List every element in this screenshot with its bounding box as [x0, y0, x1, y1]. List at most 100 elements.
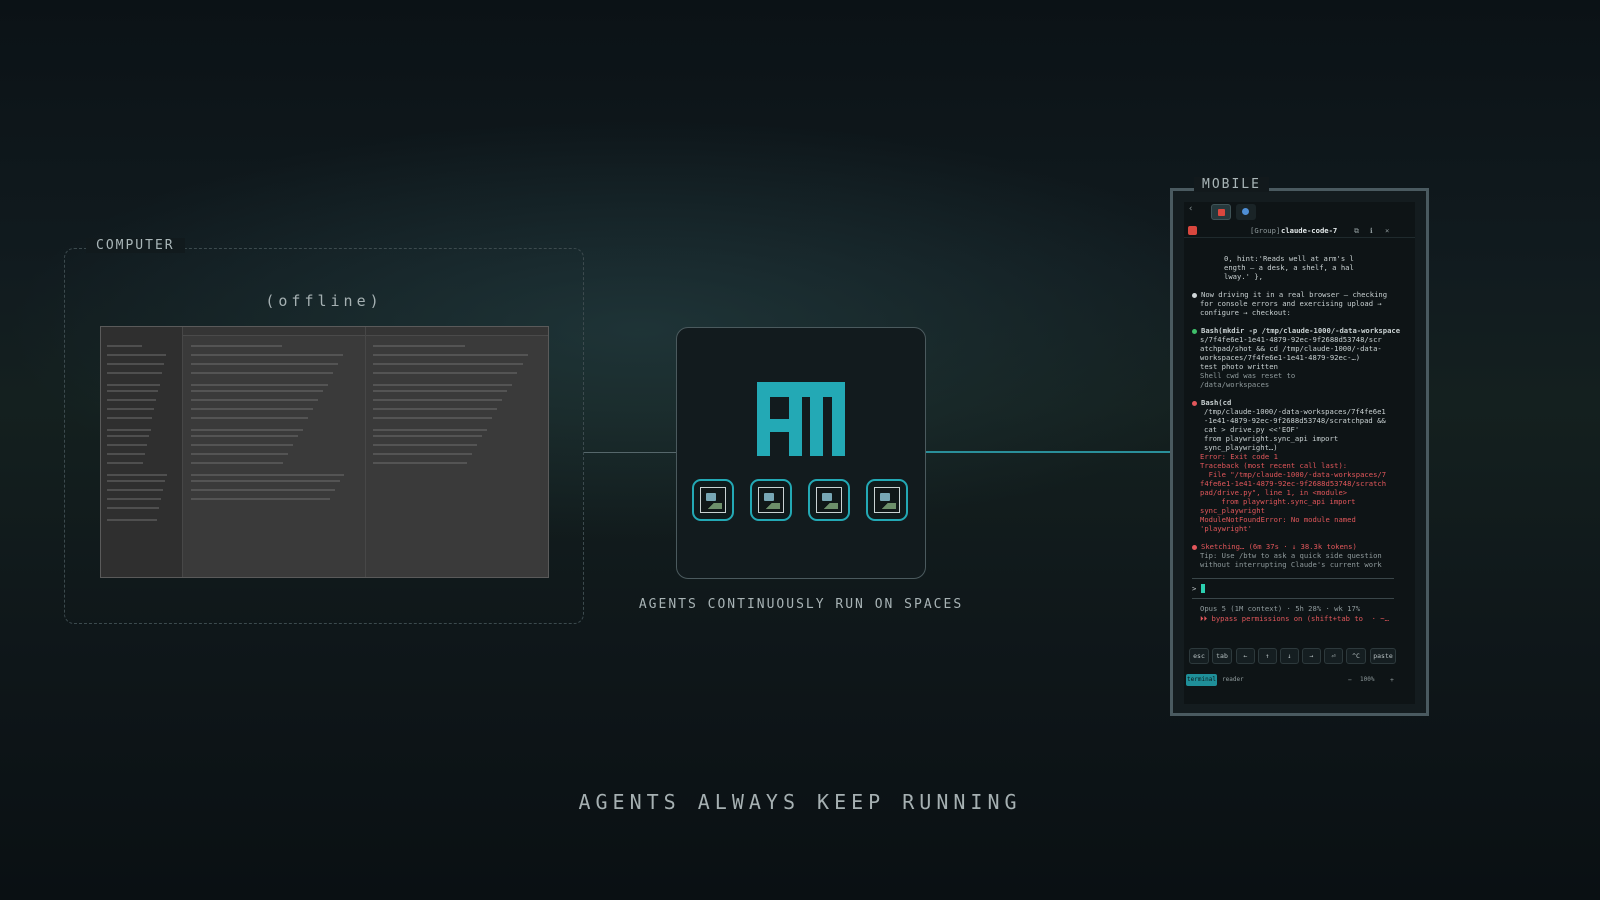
status-dot-icon: [1192, 328, 1197, 334]
key-left[interactable]: ←: [1236, 648, 1255, 664]
key-up[interactable]: ↑: [1258, 648, 1277, 664]
key-paste[interactable]: paste: [1370, 648, 1396, 664]
terminal-line: Now driving it in a real browser — check…: [1192, 290, 1409, 299]
terminal-line-text: /data/workspaces: [1200, 380, 1270, 389]
zoom-in-button[interactable]: +: [1390, 674, 1394, 686]
agent-icon: [866, 479, 908, 521]
zoom-out-button[interactable]: −: [1348, 674, 1352, 686]
computer-screen-thumbnail: [100, 326, 549, 578]
terminal-line-text: cat > drive.py <<'EOF': [1204, 425, 1300, 434]
terminal-line-text: f4fe6e1-1e41-4879-92ec-9f2688d53748/scra…: [1200, 479, 1387, 488]
terminal-line-text: File "/tmp/claude-1000/-data-workspaces/…: [1200, 470, 1387, 479]
connector-left: [584, 452, 676, 453]
computer-label: COMPUTER: [86, 238, 185, 253]
terminal-input[interactable]: [1201, 584, 1205, 593]
terminal-line: from playwright.sync_api import: [1204, 497, 1409, 506]
terminal-line: Tip: Use /btw to ask a quick side questi…: [1200, 551, 1409, 560]
terminal-line-text: Bash(cd: [1201, 398, 1232, 407]
session-title: claude-code-7: [1281, 226, 1338, 235]
terminal-line: from playwright.sync_api import: [1204, 434, 1409, 443]
terminal-line: sync_playwright…): [1204, 443, 1409, 452]
terminal-line-text: without interrupting Claude's current wo…: [1200, 560, 1382, 569]
terminal-line-text: from playwright.sync_api import: [1204, 497, 1356, 506]
terminal-line: Sketching… (6m 37s · ↓ 38.3k tokens): [1192, 542, 1409, 551]
view-switcher: terminal reader − 100% +: [1184, 672, 1415, 688]
terminal-line-text: lway.' },: [1224, 272, 1263, 281]
terminal-line-text: sync_playwright…): [1204, 443, 1278, 452]
terminal-line-text: ength — a desk, a shelf, a hal: [1224, 263, 1354, 272]
terminal-line: Shell cwd was reset to: [1200, 371, 1409, 380]
terminal-line-text: Traceback (most recent call last):: [1200, 461, 1348, 470]
key-down[interactable]: ↓: [1280, 648, 1299, 664]
terminal-line-text: for console errors and exercising upload…: [1200, 299, 1382, 308]
spaces-logo-icon: [757, 382, 845, 460]
key-esc[interactable]: esc: [1189, 648, 1209, 664]
mobile-tabbar: ‹: [1184, 202, 1415, 220]
terminal-line: ength — a desk, a shelf, a hal: [1224, 263, 1409, 272]
terminal-line: Traceback (most recent call last):: [1200, 461, 1409, 470]
prompt-caret: >: [1192, 584, 1197, 593]
terminal-line-text: workspaces/7f4fe6e1-1e41-4879-92ec-…): [1200, 353, 1361, 362]
link-icon[interactable]: ⧉: [1354, 226, 1359, 235]
tab-terminal[interactable]: terminal: [1186, 674, 1217, 686]
terminal-line-text: ModuleNotFoundError: No module named: [1200, 515, 1356, 524]
terminal-line: ModuleNotFoundError: No module named: [1200, 515, 1409, 524]
key-right[interactable]: →: [1302, 648, 1321, 664]
terminal-line: 0, hint:'Reads well at arm's l: [1224, 254, 1409, 263]
terminal-line: lway.' },: [1224, 272, 1409, 281]
terminal-line: 'playwright': [1200, 524, 1409, 533]
terminal-line: pad/drive.py", line 1, in <module>: [1200, 488, 1409, 497]
terminal-line: /tmp/claude-1000/-data-workspaces/7f4fe6…: [1204, 407, 1409, 416]
key-ctrl-c[interactable]: ^C: [1346, 648, 1366, 664]
back-chevron-icon[interactable]: ‹: [1188, 204, 1193, 214]
terminal-line-text: pad/drive.py", line 1, in <module>: [1200, 488, 1348, 497]
mobile-screen: ‹ [Group] claude-code-7 ⧉ ℹ × 0, hint:'R…: [1184, 202, 1415, 704]
terminal-line: s/7f4fe6e1-1e41-4879-92ec-9f2688d53748/s…: [1200, 335, 1409, 344]
terminal-line: /data/workspaces: [1200, 380, 1409, 389]
terminal-line-text: configure → checkout:: [1200, 308, 1291, 317]
hub-caption: AGENTS CONTINUOUSLY RUN ON SPACES: [638, 597, 964, 612]
terminal-line-text: s/7f4fe6e1-1e41-4879-92ec-9f2688d53748/s…: [1200, 335, 1382, 344]
connector-right: [926, 451, 1170, 453]
key-tab[interactable]: tab: [1212, 648, 1232, 664]
terminal-line-text: from playwright.sync_api import: [1204, 434, 1339, 443]
terminal-line-text: Tip: Use /btw to ask a quick side questi…: [1200, 551, 1382, 560]
close-icon[interactable]: ×: [1385, 226, 1389, 235]
key-enter[interactable]: ⏎: [1324, 648, 1343, 664]
model-status: Opus 5 (1M context) · 5h 28% · wk 17%: [1200, 604, 1361, 613]
terminal-line-text: /tmp/claude-1000/-data-workspaces/7f4fe6…: [1204, 407, 1386, 416]
status-dot-icon: [1192, 292, 1197, 298]
terminal-line: Error: Exit code 1: [1200, 452, 1409, 461]
tab-reader[interactable]: reader: [1222, 674, 1248, 686]
session-avatar-icon: [1188, 226, 1197, 235]
terminal-line: workspaces/7f4fe6e1-1e41-4879-92ec-…): [1200, 353, 1409, 362]
terminal-line: sync_playwright: [1200, 506, 1409, 515]
agent-avatar-icon: [1218, 209, 1225, 216]
terminal-line: atchpad/shot && cd /tmp/claude-1000/-dat…: [1200, 344, 1409, 353]
agent-avatar-icon: [1242, 208, 1249, 215]
terminal-line: File "/tmp/claude-1000/-data-workspaces/…: [1200, 470, 1409, 479]
session-header: [Group] claude-code-7 ⧉ ℹ ×: [1184, 224, 1415, 238]
mobile-label: MOBILE: [1194, 177, 1269, 192]
terminal-line: test photo written: [1200, 362, 1409, 371]
tab-agent-active[interactable]: [1211, 204, 1231, 220]
terminal-line: -1e41-4879-92ec-9f2688d53748/scratchpad …: [1204, 416, 1409, 425]
agent-icon: [808, 479, 850, 521]
zoom-level: 100%: [1360, 676, 1375, 683]
terminal-line-text: 'playwright': [1200, 524, 1252, 533]
status-dot-icon: [1192, 400, 1197, 406]
terminal-line: without interrupting Claude's current wo…: [1200, 560, 1409, 569]
status-dot-icon: [1192, 544, 1197, 550]
terminal-line: cat > drive.py <<'EOF': [1204, 425, 1409, 434]
terminal-line-text: sync_playwright: [1200, 506, 1265, 515]
terminal-line: Bash(cd: [1192, 398, 1409, 407]
terminal-line-text: test photo written: [1200, 362, 1278, 371]
terminal-line-text: Shell cwd was reset to: [1200, 371, 1296, 380]
terminal-line: f4fe6e1-1e41-4879-92ec-9f2688d53748/scra…: [1200, 479, 1409, 488]
tab-agent[interactable]: [1236, 204, 1256, 220]
agent-icon: [750, 479, 792, 521]
tagline: AGENTS ALWAYS KEEP RUNNING: [578, 790, 1022, 814]
terminal-line: configure → checkout:: [1200, 308, 1409, 317]
terminal-line-text: 0, hint:'Reads well at arm's l: [1224, 254, 1354, 263]
info-icon[interactable]: ℹ: [1370, 226, 1373, 235]
